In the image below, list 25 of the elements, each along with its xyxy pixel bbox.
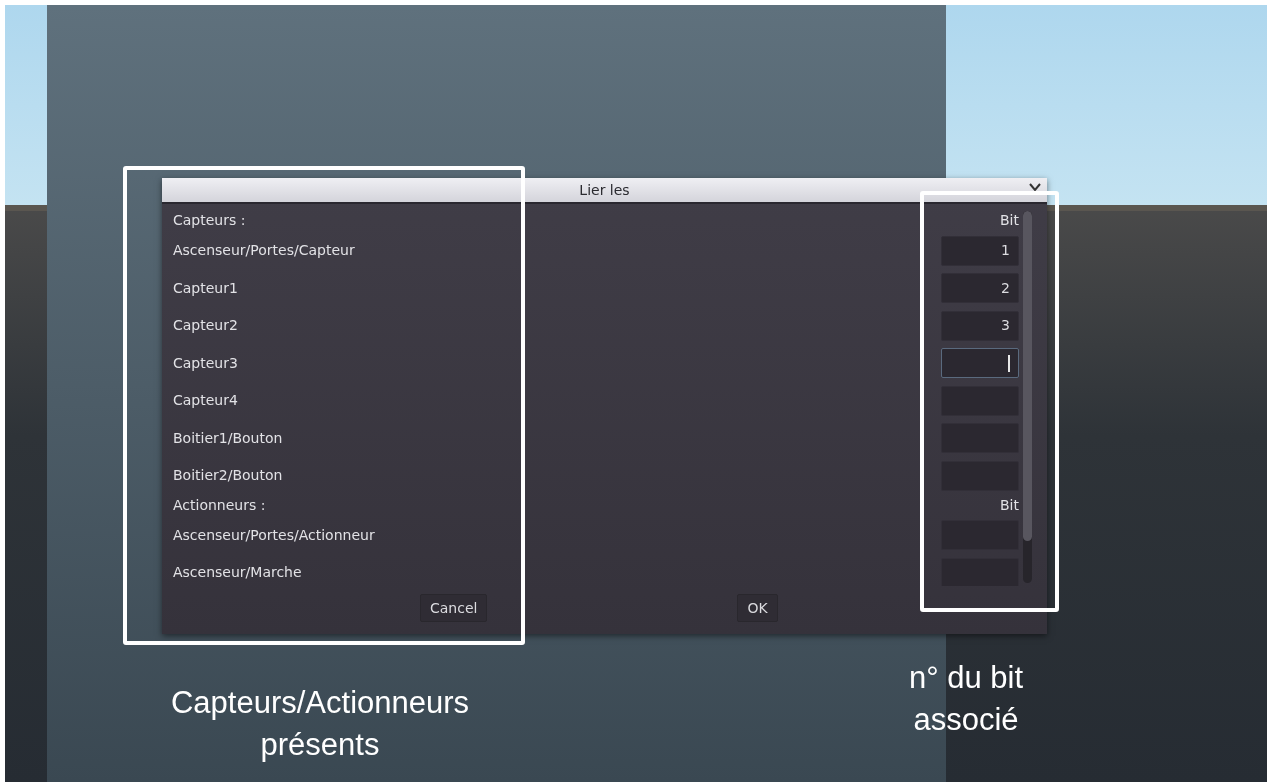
section-heading: Actionneurs : [173, 496, 266, 515]
bit-field[interactable]: 1 [941, 235, 1019, 266]
section-heading: Capteurs : [173, 210, 246, 230]
item-label: Capteur2 [173, 316, 238, 336]
item-label: Boitier2/Bouton [173, 466, 283, 486]
item-label: Ascenseur/Portes/Capteur [173, 241, 355, 261]
item-label: Capteur1 [173, 278, 238, 298]
column-heading: Bit [1000, 210, 1019, 230]
item-label: Ascenseur/Portes/Actionneur [173, 525, 375, 545]
item-label: Ascenseur/Marche [173, 563, 302, 583]
annotation-caption: n° du bit associé [907, 659, 1025, 739]
annotation-caption: Capteurs/Actionneurs présents [169, 684, 471, 764]
item-label: Capteur4 [173, 391, 238, 411]
scrollbar[interactable] [1023, 211, 1032, 583]
chevron-icon[interactable] [1029, 183, 1041, 193]
bit-field[interactable]: 2 [941, 273, 1019, 304]
ok-button[interactable]: OK [737, 594, 778, 622]
dialog-title: Lier les [579, 180, 630, 200]
column-heading: Bit [1000, 496, 1019, 515]
bit-field[interactable]: 3 [941, 310, 1019, 341]
text-cursor [1008, 354, 1010, 372]
bit-field[interactable] [941, 348, 1019, 379]
cancel-button[interactable]: Cancel [420, 594, 488, 622]
item-label: Boitier1/Bouton [173, 428, 283, 448]
item-label: Capteur3 [173, 353, 238, 373]
